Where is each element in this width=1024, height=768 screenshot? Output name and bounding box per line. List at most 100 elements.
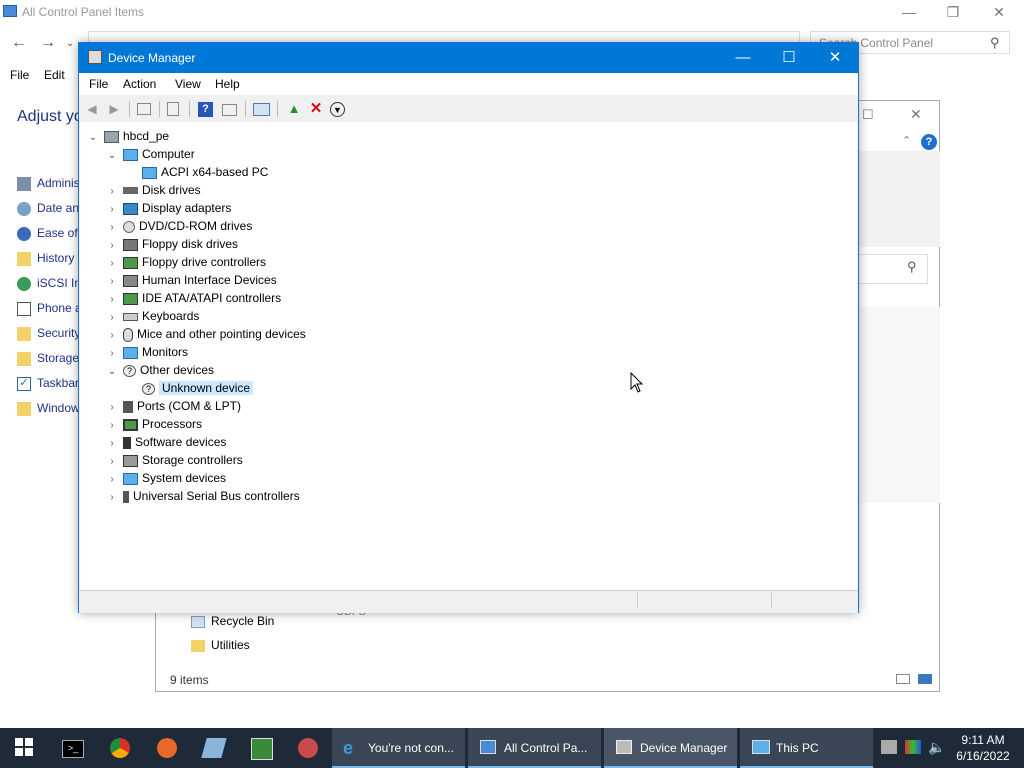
device-manager-icon [88, 50, 102, 64]
details-view-icon[interactable] [896, 674, 910, 684]
tree-node-ide[interactable]: › IDE ATA/ATAPI controllers [105, 289, 281, 307]
close-icon[interactable]: ✕ [976, 0, 1022, 24]
chevron-down-icon[interactable]: ⌄ [105, 363, 119, 381]
unknown-device-icon: ? [142, 382, 155, 395]
software-device-icon [123, 436, 131, 449]
maximize-icon[interactable]: ☐ [862, 107, 874, 123]
uninstall-icon[interactable]: ✕ [307, 100, 325, 118]
forward-icon[interactable]: → [40, 34, 56, 52]
ie-icon: e [343, 738, 354, 758]
update-driver-icon[interactable]: ▲ [285, 100, 303, 118]
ide-icon [123, 292, 138, 305]
cp-item-phone[interactable]: Phone a [17, 297, 82, 319]
back-icon[interactable]: ← [11, 34, 27, 52]
volume-muted-icon[interactable]: 🔈 [928, 739, 945, 756]
tree-node-display-adapters[interactable]: › Display adapters [105, 199, 231, 217]
minimize-icon[interactable]: — [886, 0, 932, 24]
maximize-icon[interactable]: ❐ [930, 0, 976, 24]
chevron-down-icon[interactable]: ⌄ [105, 147, 119, 165]
cp-item-iscsi[interactable]: iSCSI Ini [17, 272, 84, 294]
chevron-down-icon[interactable]: ⌄ [66, 38, 74, 49]
processor-icon [123, 418, 138, 431]
scan-hardware-icon[interactable] [253, 103, 270, 116]
chevron-down-icon[interactable]: ⌄ [86, 129, 100, 147]
tree-node-monitors[interactable]: › Monitors [105, 343, 188, 361]
control-panel-icon [480, 740, 496, 754]
tree-node-usb[interactable]: › Universal Serial Bus controllers [105, 487, 299, 507]
tree-node-keyboards[interactable]: › Keyboards [105, 307, 199, 325]
tree-node-hbcd_pe[interactable]: ⌄ hbcd_pe [86, 127, 169, 145]
chrome-icon[interactable] [110, 738, 130, 758]
spreadsheet-icon[interactable] [251, 738, 273, 760]
cp-item-taskbar[interactable]: ✓ Taskbar [17, 372, 79, 394]
menu-file[interactable]: File [10, 68, 29, 82]
monitor-icon [123, 346, 138, 359]
tree-node-floppy-controllers[interactable]: › Floppy drive controllers [105, 253, 266, 271]
close-icon[interactable]: ✕ [910, 106, 922, 123]
cmd-icon[interactable]: >_ [62, 740, 84, 758]
cp-item-security[interactable]: Security [17, 322, 80, 344]
tree-node-disk-drives[interactable]: › Disk drives [105, 181, 200, 199]
chevron-up-icon[interactable]: ⌃ [902, 134, 911, 147]
tree-node-floppy-disk[interactable]: › Floppy disk drives [105, 235, 238, 253]
tree-node-hid[interactable]: › Human Interface Devices [105, 271, 276, 289]
disable-device-icon[interactable]: ▼ [330, 102, 345, 117]
tree-node-processors[interactable]: › Processors [105, 415, 202, 433]
close-icon[interactable]: ✕ [812, 43, 858, 73]
cp-item-history[interactable]: History [17, 247, 74, 269]
cp-item-date[interactable]: Date an [17, 197, 79, 219]
help-icon[interactable]: ? [198, 102, 213, 117]
minimize-icon[interactable]: — [720, 43, 766, 73]
menu-file[interactable]: File [89, 77, 108, 91]
document-icon[interactable] [167, 102, 179, 116]
back-icon[interactable]: ◀ [83, 100, 101, 118]
folder-icon [17, 326, 31, 341]
tree-node-storage-controllers[interactable]: › Storage controllers [105, 451, 242, 469]
tree-node-acpi[interactable]: ACPI x64-based PC [124, 163, 268, 181]
tree-node-ports[interactable]: › Ports (COM & LPT) [105, 397, 241, 415]
menu-action[interactable]: Action [123, 77, 156, 91]
tree-node-computer[interactable]: ⌄ Computer [105, 145, 195, 163]
page-heading: Adjust yo [17, 108, 83, 125]
taskbar: >_ You're not con... e All Control Pa...… [0, 728, 1024, 768]
search-input[interactable] [856, 254, 928, 284]
admin-tools-icon [17, 176, 31, 191]
tree-node-unknown-device[interactable]: ? Unknown device [124, 379, 254, 397]
large-icons-view-icon[interactable] [918, 674, 932, 684]
system-clock[interactable]: 9:11 AM 6/16/2022 [950, 732, 1016, 764]
tree-node-other-devices[interactable]: ⌄? Other devices [105, 361, 214, 379]
folder-icon [17, 351, 31, 366]
title-bar[interactable]: Device Manager — ☐ ✕ [79, 43, 858, 73]
list-item-recycle-bin[interactable]: Recycle Bin [191, 611, 274, 631]
menu-help[interactable]: Help [215, 77, 240, 91]
cp-item-ease[interactable]: Ease of [17, 222, 78, 244]
forward-icon[interactable]: ▶ [105, 100, 123, 118]
tool-icon[interactable] [298, 738, 318, 758]
chevron-right-icon[interactable]: › [105, 489, 119, 507]
cp-item-windows[interactable]: Window [17, 397, 80, 419]
cp-item-storage[interactable]: Storage [17, 347, 79, 369]
ease-of-access-icon [17, 226, 31, 241]
notepad-icon[interactable] [201, 738, 227, 758]
network-icon[interactable] [881, 740, 897, 754]
clock-date: 6/16/2022 [956, 749, 1010, 763]
menu-view[interactable]: View [175, 77, 201, 91]
properties-icon[interactable] [137, 103, 151, 115]
cp-item-admin[interactable]: Adminis [17, 172, 80, 194]
windows-start-icon[interactable] [14, 738, 34, 758]
maximize-icon[interactable]: ☐ [766, 43, 812, 73]
storage-controller-icon [123, 454, 138, 467]
tree-node-mice[interactable]: › Mice and other pointing devices [105, 325, 306, 343]
tree-node-system-devices[interactable]: › System devices [105, 469, 226, 487]
firefox-icon[interactable] [157, 738, 177, 758]
tree-node-dvd[interactable]: › DVD/CD-ROM drives [105, 217, 252, 235]
list-item-utilities[interactable]: Utilities [191, 635, 250, 655]
phone-icon [17, 301, 31, 316]
tree-node-software-devices[interactable]: › Software devices [105, 433, 226, 451]
folder-icon [191, 639, 205, 652]
help-icon[interactable]: ? [921, 134, 937, 150]
view-icon[interactable] [222, 104, 237, 116]
menu-edit[interactable]: Edit [44, 68, 65, 82]
display-color-icon[interactable] [905, 740, 921, 754]
floppy-icon [123, 238, 138, 251]
